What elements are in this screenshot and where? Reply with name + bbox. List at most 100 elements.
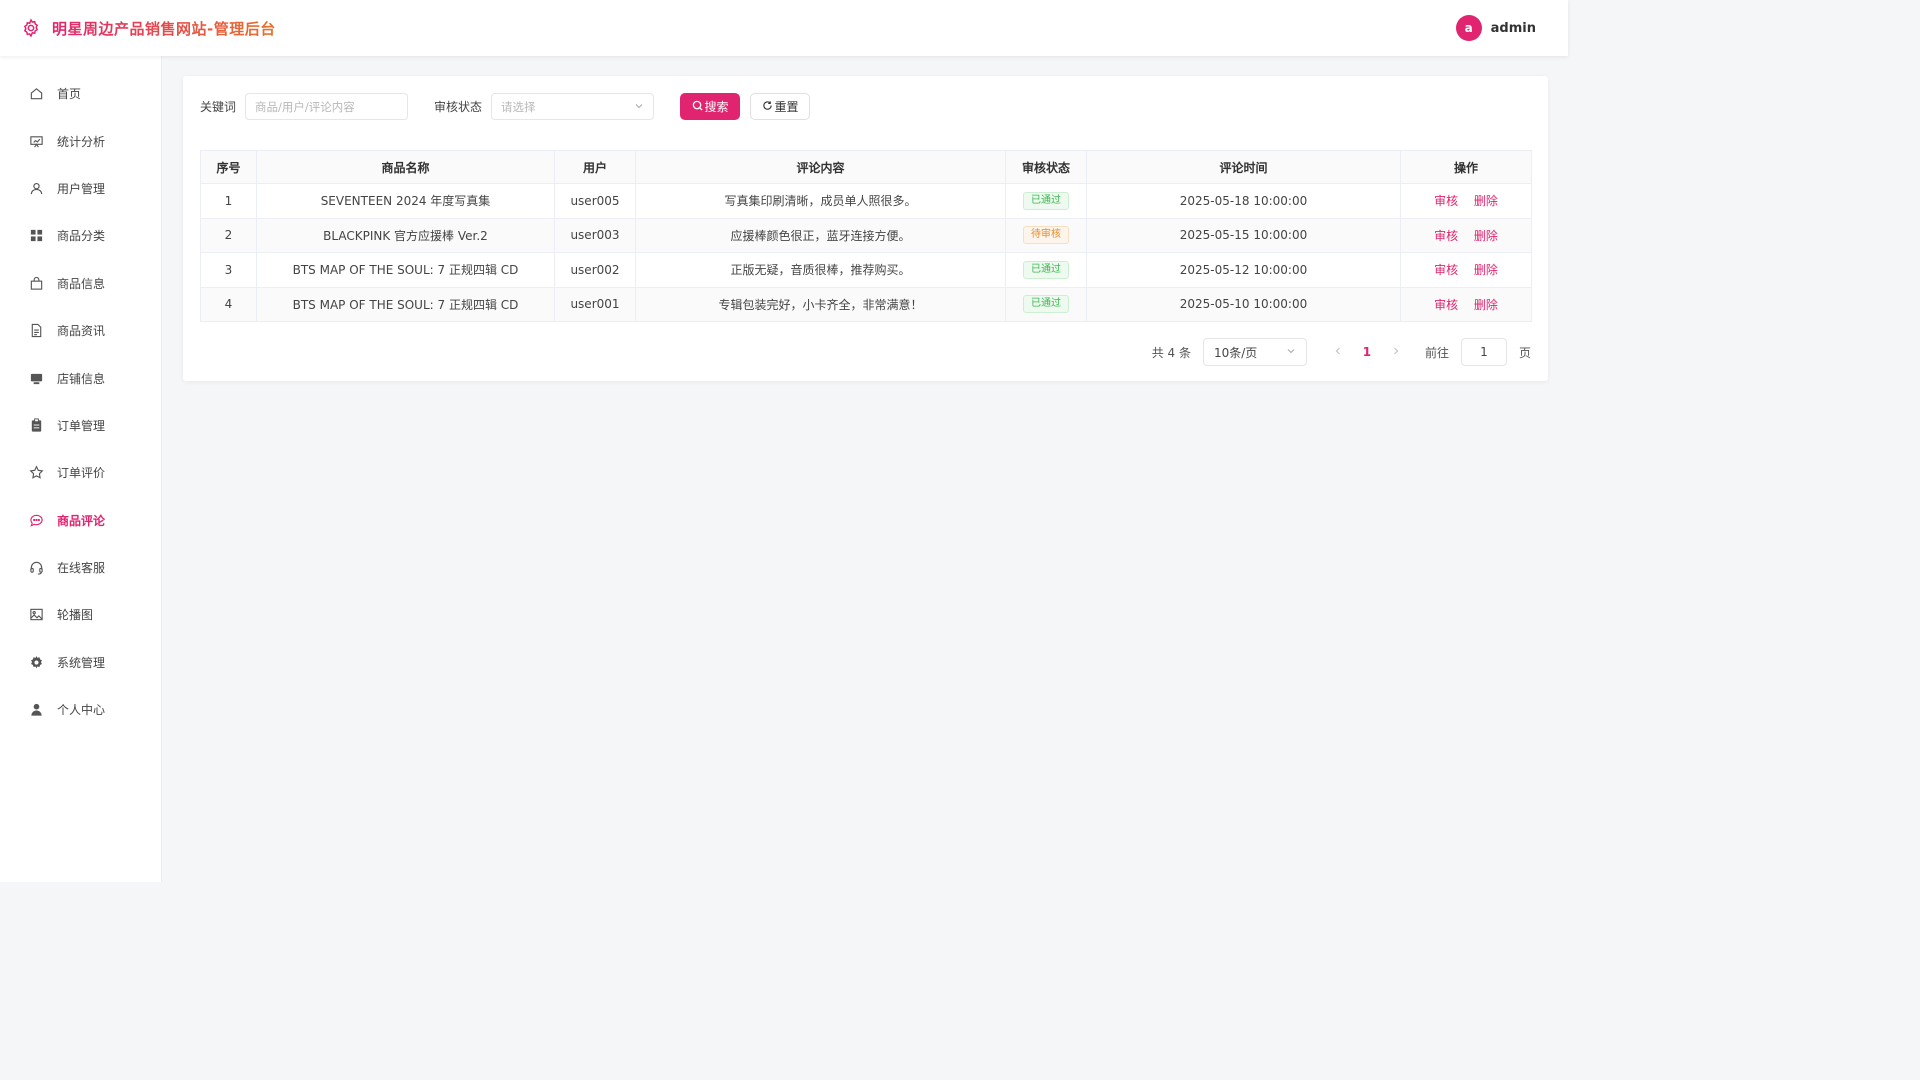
comments-table: 序号 商品名称 用户 评论内容 审核状态 评论时间 操作 1 SEVENTEEN… [200,150,1532,322]
sidebar-item-label: 订单管理 [57,418,106,433]
sidebar-item-home[interactable]: 首页 [0,70,161,117]
chevron-right-icon [1394,347,1399,355]
cell-index: 3 [200,252,257,288]
status-badge: 待审核 [1023,226,1069,245]
status-select[interactable]: 请选择 [491,93,655,120]
chart-icon [28,133,44,149]
headset-icon [28,560,44,576]
column-header-user: 用户 [554,150,636,184]
cell-user: user003 [554,217,636,253]
status-badge: 已通过 [1023,295,1069,314]
sidebar-item-label: 用户管理 [57,181,106,196]
review-button[interactable]: 审核 [1434,194,1458,208]
delete-button[interactable]: 删除 [1474,263,1498,277]
chevron-left-icon [1335,347,1340,355]
sidebar-item-shop[interactable]: 店铺信息 [0,354,161,401]
sidebar-item-orders[interactable]: 订单管理 [0,402,161,449]
status-badge: 已通过 [1023,260,1069,279]
clipboard-icon [28,417,44,433]
column-header-actions: 操作 [1400,150,1532,184]
sidebar-item-label: 商品资讯 [57,324,106,339]
sidebar-item-label: 个人中心 [57,703,106,718]
review-button[interactable]: 审核 [1434,298,1458,312]
reset-button-label: 重置 [774,100,799,114]
sidebar: 首页 统计分析 用户管理 商品分类 商品信息 商品资讯 店铺信息 订单管理 订单… [0,56,162,882]
column-header-status: 审核状态 [1005,150,1087,184]
sidebar-item-support[interactable]: 在线客服 [0,544,161,591]
total-count: 共 4 条 [1151,345,1191,360]
sidebar-item-label: 商品评论 [57,513,106,528]
table-row: 2 BLACKPINK 官方应援棒 Ver.2 user003 应援棒颜色很正，… [200,217,1532,253]
grid-icon [28,228,44,244]
cell-time: 2025-05-10 10:00:00 [1086,286,1401,322]
username[interactable]: admin [1491,21,1536,36]
keyword-input[interactable]: 商品/用户/评论内容 [245,93,409,120]
reset-button[interactable]: 重置 [750,93,811,120]
user-menu[interactable]: a admin [1455,15,1548,41]
search-icon [692,100,703,114]
sidebar-item-products[interactable]: 商品信息 [0,260,161,307]
cell-actions: 审核 删除 [1400,252,1532,288]
delete-button[interactable]: 删除 [1474,229,1498,243]
sidebar-item-comments[interactable]: 商品评论 [0,497,161,544]
next-page-button[interactable] [1389,345,1403,359]
app-title: 明星周边产品销售网站-管理后台 [52,19,276,38]
sidebar-item-label: 商品分类 [57,229,106,244]
page-number-current[interactable]: 1 [1357,345,1377,359]
review-button[interactable]: 审核 [1434,263,1458,277]
home-icon [28,86,44,102]
prev-page-button[interactable] [1331,345,1345,359]
document-icon [28,323,44,339]
sidebar-item-label: 首页 [57,87,82,102]
column-header-index: 序号 [200,150,257,184]
chevron-down-icon [1286,345,1296,359]
cell-index: 2 [200,217,257,253]
cell-time: 2025-05-15 10:00:00 [1086,217,1401,253]
table-header-row: 序号 商品名称 用户 评论内容 审核状态 评论时间 操作 [200,150,1532,184]
review-button[interactable]: 审核 [1434,229,1458,243]
comments-panel: 关键词 商品/用户/评论内容 审核状态 请选择 搜索 重置 序号 商品名称 用户 [183,76,1548,381]
sidebar-item-system[interactable]: 系统管理 [0,639,161,686]
keyword-label: 关键词 [200,100,237,114]
cell-actions: 审核 删除 [1400,286,1532,322]
cell-status: 已通过 [1005,286,1087,322]
status-label: 审核状态 [434,100,483,114]
cell-index: 4 [200,286,257,322]
column-header-time: 评论时间 [1086,150,1401,184]
search-button[interactable]: 搜索 [680,93,741,120]
cell-status: 待审核 [1005,217,1087,253]
cell-content: 写真集印刷清晰，成员单人照很多。 [635,183,1006,219]
sidebar-item-profile[interactable]: 个人中心 [0,686,161,733]
goto-page-input[interactable]: 1 [1460,338,1507,366]
delete-button[interactable]: 删除 [1474,194,1498,208]
sidebar-item-users[interactable]: 用户管理 [0,165,161,212]
sidebar-item-carousel[interactable]: 轮播图 [0,591,161,638]
cell-product: BLACKPINK 官方应援棒 Ver.2 [256,217,555,253]
sidebar-item-categories[interactable]: 商品分类 [0,212,161,259]
cell-user: user001 [554,286,636,322]
cell-content: 专辑包装完好，小卡齐全，非常满意！ [635,286,1006,322]
pagination: 共 4 条 10条/页 1 前往 1 页 [200,338,1531,366]
cell-user: user002 [554,252,636,288]
sidebar-item-news[interactable]: 商品资讯 [0,307,161,354]
sidebar-item-label: 系统管理 [57,655,106,670]
page-size-select[interactable]: 10条/页 [1202,338,1307,366]
status-placeholder: 请选择 [501,99,536,114]
sidebar-item-label: 店铺信息 [57,371,106,386]
sidebar-item-label: 在线客服 [57,561,106,576]
sidebar-item-order-reviews[interactable]: 订单评价 [0,449,161,496]
sidebar-item-label: 商品信息 [57,276,106,291]
table-row: 3 BTS MAP OF THE SOUL: 7 正规四辑 CD user002… [200,252,1532,288]
sidebar-item-statistics[interactable]: 统计分析 [0,117,161,164]
shop-icon [28,370,44,386]
refresh-icon [762,100,773,114]
brand[interactable]: 明星周边产品销售网站-管理后台 [20,17,276,39]
table-row: 4 BTS MAP OF THE SOUL: 7 正规四辑 CD user001… [200,286,1532,322]
avatar[interactable]: a [1455,15,1482,41]
search-button-label: 搜索 [704,100,729,114]
page-suffix: 页 [1518,345,1531,360]
cell-content: 正版无疑，音质很棒，推荐购买。 [635,252,1006,288]
cell-user: user005 [554,183,636,219]
cell-product: BTS MAP OF THE SOUL: 7 正规四辑 CD [256,252,555,288]
delete-button[interactable]: 删除 [1474,298,1498,312]
